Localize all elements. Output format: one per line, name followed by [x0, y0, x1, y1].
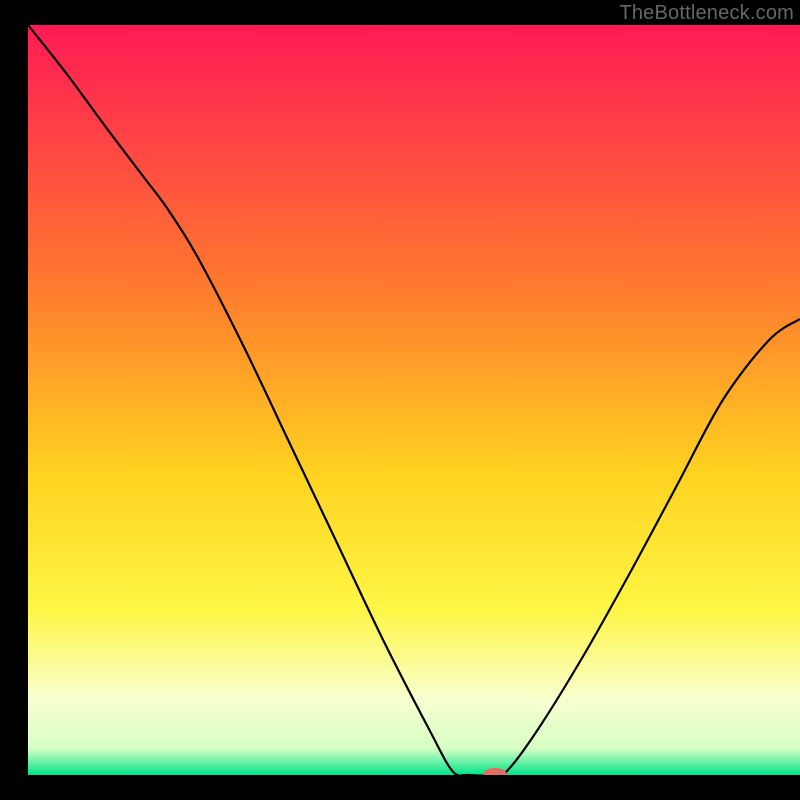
watermark-text: TheBottleneck.com [619, 2, 794, 25]
chart-container: TheBottleneck.com [0, 0, 800, 800]
plot-background [28, 25, 800, 775]
bottleneck-chart [0, 0, 800, 800]
optimal-point-marker [483, 768, 507, 782]
